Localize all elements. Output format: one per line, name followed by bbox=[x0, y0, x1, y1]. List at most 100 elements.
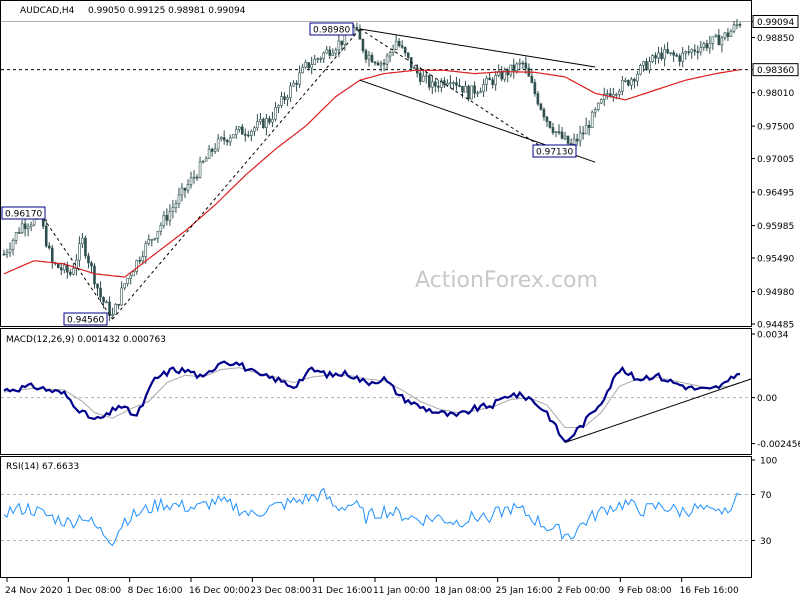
candle-body bbox=[621, 80, 624, 92]
candle-body bbox=[729, 30, 733, 38]
candle-body bbox=[295, 82, 298, 85]
candle-body bbox=[337, 40, 341, 51]
candle-body bbox=[186, 184, 190, 191]
candle-body bbox=[168, 211, 172, 221]
candle-body bbox=[114, 304, 117, 315]
candle-body bbox=[213, 148, 217, 152]
candle-body bbox=[174, 203, 178, 208]
candle-body bbox=[219, 137, 223, 140]
candle-body bbox=[20, 223, 24, 233]
price-tick-label: 0.98010 bbox=[757, 89, 794, 99]
candle-body bbox=[292, 82, 295, 87]
candle-body bbox=[87, 255, 90, 264]
candle-body bbox=[225, 139, 229, 143]
candle-body bbox=[81, 237, 84, 244]
candle-body bbox=[521, 62, 525, 65]
candle-body bbox=[428, 75, 431, 88]
candle-body bbox=[720, 37, 724, 46]
candle-body bbox=[66, 264, 69, 273]
candle-body bbox=[581, 132, 585, 135]
candle-body bbox=[325, 49, 329, 54]
candle-body bbox=[135, 259, 139, 272]
rsi-title: RSI(14) 67.6633 bbox=[6, 462, 79, 472]
candle-body bbox=[60, 267, 63, 271]
candle-body bbox=[431, 81, 434, 88]
candle-body bbox=[418, 72, 422, 82]
candle-body bbox=[283, 96, 286, 100]
candle-body bbox=[672, 52, 675, 56]
candle-body bbox=[17, 232, 21, 234]
candle-body bbox=[234, 128, 238, 135]
candle-body bbox=[195, 176, 199, 179]
candle-body bbox=[675, 54, 678, 57]
candle-body bbox=[26, 226, 30, 230]
candle-body bbox=[693, 49, 697, 52]
candle-body bbox=[575, 138, 579, 142]
price-tick-label: 0.94980 bbox=[757, 288, 794, 298]
candle-body bbox=[696, 51, 700, 53]
candle-body bbox=[120, 287, 123, 306]
candle-body bbox=[144, 243, 148, 257]
candle-body bbox=[642, 61, 645, 66]
candle-body bbox=[605, 93, 609, 95]
candle-body bbox=[500, 71, 504, 80]
candle-body bbox=[512, 64, 516, 72]
x-axis-label: 11 Jan 00:00 bbox=[373, 586, 430, 596]
price-header-ohlc: 0.99050 0.99125 0.98981 0.99094 bbox=[88, 6, 246, 16]
x-axis-label: 23 Dec 08:00 bbox=[250, 586, 311, 596]
candle-body bbox=[180, 187, 184, 196]
candle-body bbox=[687, 51, 691, 53]
rsi-panel: RSI(14) 67.6633 bbox=[0, 456, 752, 578]
x-axis-label: 2 Feb 00:00 bbox=[557, 586, 611, 596]
candle-body bbox=[449, 82, 452, 85]
candle-body bbox=[319, 58, 323, 60]
candle-body bbox=[237, 126, 241, 130]
candle-body bbox=[533, 82, 537, 94]
candle-body bbox=[301, 66, 304, 74]
candle-body bbox=[156, 230, 160, 239]
x-axis-label: 16 Dec 00:00 bbox=[189, 586, 250, 596]
candle-body bbox=[29, 224, 33, 228]
candle-body bbox=[162, 215, 166, 226]
candle-body bbox=[141, 256, 145, 262]
candle-body bbox=[240, 126, 244, 135]
candle-body bbox=[584, 125, 588, 135]
candle-body bbox=[636, 73, 639, 82]
candle-body bbox=[633, 78, 636, 82]
candle-body bbox=[231, 134, 235, 139]
candle-body bbox=[367, 54, 371, 60]
candle-body bbox=[50, 247, 54, 264]
rsi-axis: 100 70 30 bbox=[751, 457, 777, 547]
price-tick-label: 0.97500 bbox=[757, 123, 794, 133]
candle-body bbox=[615, 93, 618, 96]
price-tick-label: 0.95490 bbox=[757, 255, 794, 265]
price-tick-label: 0.98850 bbox=[757, 34, 794, 44]
candle-body bbox=[726, 32, 730, 38]
candle-body bbox=[47, 245, 51, 249]
candle-body bbox=[593, 109, 597, 113]
candle-body bbox=[210, 148, 214, 152]
candle-body bbox=[250, 130, 253, 136]
candle-body bbox=[268, 118, 271, 123]
x-axis-label: 16 Feb 16:00 bbox=[680, 586, 739, 596]
candle-body bbox=[150, 239, 154, 241]
candle-body bbox=[618, 90, 621, 95]
candle-body bbox=[298, 72, 301, 85]
candle-body bbox=[56, 263, 60, 269]
candle-body bbox=[78, 243, 81, 261]
candle-body bbox=[177, 194, 181, 204]
price-annotation-label: 0.97130 bbox=[536, 148, 573, 158]
candle-body bbox=[551, 127, 555, 133]
candle-body bbox=[90, 262, 93, 267]
candle-body bbox=[458, 85, 461, 87]
candle-body bbox=[111, 314, 114, 316]
candle-body bbox=[189, 177, 193, 185]
candle-body bbox=[271, 118, 274, 123]
candle-body bbox=[651, 55, 654, 63]
candle-body bbox=[612, 94, 615, 97]
candle-body bbox=[485, 77, 488, 85]
candle-body bbox=[470, 85, 473, 100]
candle-body bbox=[123, 283, 126, 289]
candle-body bbox=[403, 47, 407, 54]
price-annotation-label: 0.94560 bbox=[67, 316, 104, 326]
